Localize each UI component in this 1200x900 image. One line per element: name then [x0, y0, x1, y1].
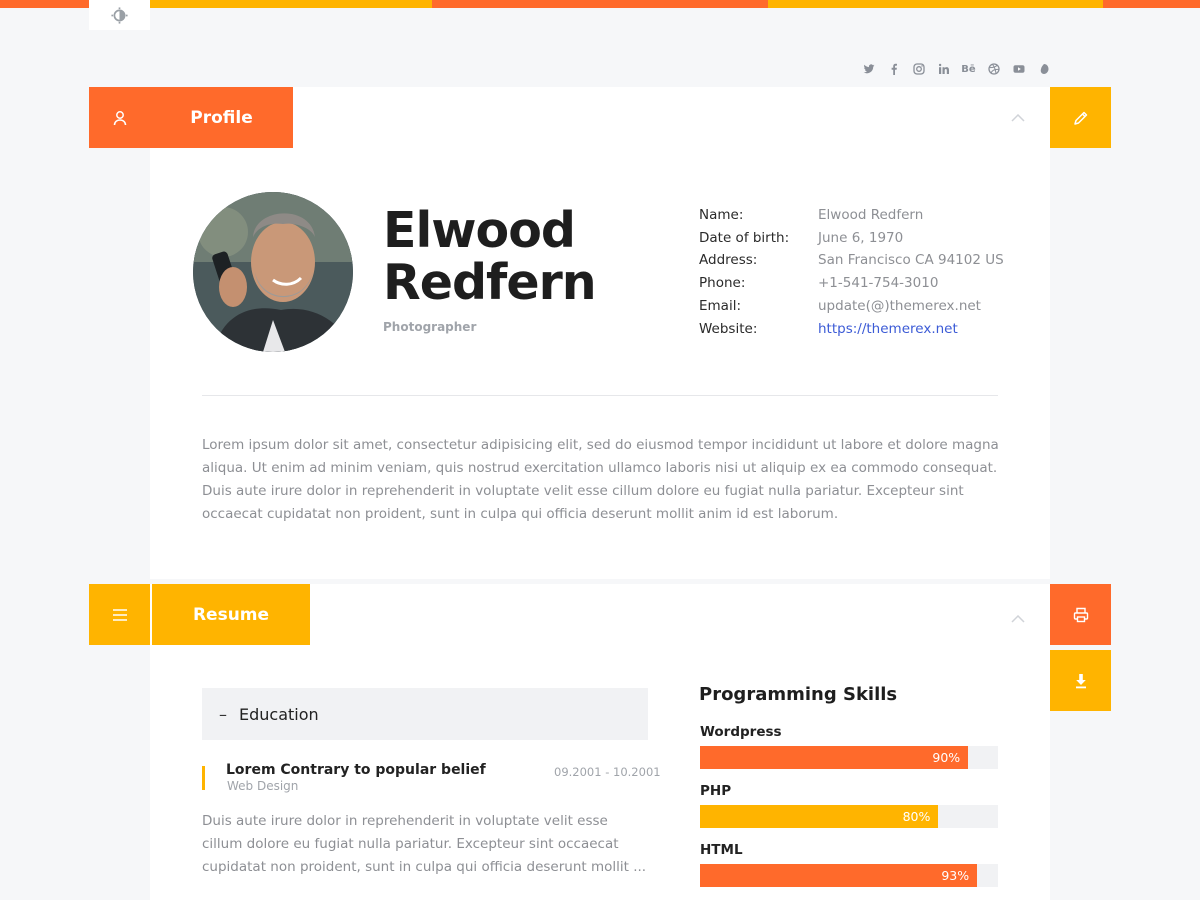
- menu-icon: [112, 608, 127, 621]
- download-button[interactable]: [1050, 650, 1111, 711]
- info-value: update(@)themerex.net: [818, 297, 981, 314]
- stripe-segment: [1103, 0, 1200, 8]
- info-key: Name:: [699, 207, 744, 223]
- edit-button[interactable]: [1050, 87, 1111, 148]
- skills-title: Programming Skills: [699, 684, 898, 705]
- skill-bar-fill: 93%: [700, 864, 978, 887]
- education-item-dates: 09.2001 - 10.2001: [554, 765, 661, 779]
- collapse-chevron-up-icon[interactable]: [1011, 615, 1025, 623]
- pencil-icon: [1073, 111, 1087, 125]
- stripe-segment: [432, 0, 768, 8]
- info-key: Phone:: [699, 275, 746, 292]
- behance-icon[interactable]: Bē: [960, 61, 977, 77]
- social-links: Bē: [860, 61, 1052, 77]
- info-row-birth: Date of birth: June 6, 1970: [699, 227, 1004, 250]
- education-item-title: Lorem Contrary to popular belief: [226, 762, 486, 778]
- user-icon: [113, 110, 126, 125]
- info-value: Elwood Redfern: [818, 207, 924, 223]
- resume-menu-button[interactable]: [89, 584, 150, 645]
- instagram-icon[interactable]: [910, 61, 927, 77]
- info-row-address: Address: San Francisco CA 94102 US: [699, 249, 1004, 272]
- skill-bar-wordpress: 90%: [700, 746, 998, 769]
- stripe-segment: [768, 0, 1103, 8]
- info-key: Email:: [699, 297, 742, 314]
- profile-name: Elwood Redfern: [383, 202, 597, 311]
- info-row-website: Website: https://themerex.net: [699, 318, 1004, 341]
- printer-icon: [1073, 607, 1088, 622]
- skill-bar-php: 80%: [700, 805, 998, 828]
- info-value: +1-541-754-3010: [818, 275, 939, 292]
- skill-label-html: HTML: [700, 842, 743, 858]
- tab-resume[interactable]: Resume: [152, 584, 310, 645]
- download-icon: [1075, 673, 1086, 688]
- info-row-phone: Phone: +1-541-754-3010: [699, 272, 1004, 295]
- profile-info-list: Name: Elwood Redfern Date of birth: June…: [699, 204, 1004, 340]
- info-row-name: Name: Elwood Redfern: [699, 204, 1004, 227]
- tumblr-icon[interactable]: [1035, 61, 1052, 77]
- info-key: Address:: [699, 252, 758, 269]
- collapse-toggle: –: [219, 704, 227, 724]
- collapse-chevron-up-icon[interactable]: [1011, 114, 1025, 122]
- education-heading: Education: [239, 704, 319, 724]
- education-item-marker: [202, 766, 205, 790]
- dribbble-icon[interactable]: [985, 61, 1002, 77]
- skill-percent: 90%: [932, 750, 961, 765]
- skill-bar-fill: 90%: [700, 746, 969, 769]
- avatar: [193, 192, 353, 352]
- education-item-subtitle: Web Design: [227, 779, 299, 793]
- profile-bio: Lorem ipsum dolor sit amet, consectetur …: [202, 437, 999, 522]
- info-row-email: Email: update(@)themerex.net: [699, 295, 1004, 318]
- profile-tab-icon[interactable]: [89, 87, 150, 148]
- print-button[interactable]: [1050, 584, 1111, 645]
- linkedin-icon[interactable]: [935, 61, 952, 77]
- skill-percent: 93%: [941, 868, 970, 883]
- info-value: June 6, 1970: [818, 229, 904, 246]
- name-last: Redfern: [383, 254, 597, 311]
- skill-bar-html: 93%: [700, 864, 998, 887]
- stripe-segment: [150, 0, 432, 8]
- facebook-icon[interactable]: [885, 61, 902, 77]
- skill-label-wordpress: Wordpress: [700, 724, 782, 740]
- name-first: Elwood: [383, 202, 576, 259]
- info-value: San Francisco CA 94102 US: [818, 252, 1004, 269]
- top-color-stripe: [0, 0, 1200, 8]
- divider: [202, 395, 998, 396]
- youtube-icon[interactable]: [1010, 61, 1027, 77]
- profile-role: Photographer: [383, 320, 477, 334]
- education-item-text: Duis aute irure dolor in reprehenderit i…: [202, 813, 647, 875]
- contrast-icon: [111, 6, 128, 24]
- info-key: Date of birth:: [699, 229, 790, 246]
- skill-bar-fill: 80%: [700, 805, 939, 828]
- skill-label-php: PHP: [700, 783, 732, 799]
- education-accordion-header[interactable]: – Education: [202, 688, 648, 740]
- tab-profile[interactable]: Profile: [150, 87, 293, 148]
- twitter-icon[interactable]: [860, 61, 877, 77]
- skill-percent: 80%: [902, 809, 931, 824]
- info-key: Website:: [699, 320, 758, 337]
- theme-toggle-button[interactable]: [89, 0, 150, 30]
- website-link[interactable]: https://themerex.net: [818, 318, 958, 341]
